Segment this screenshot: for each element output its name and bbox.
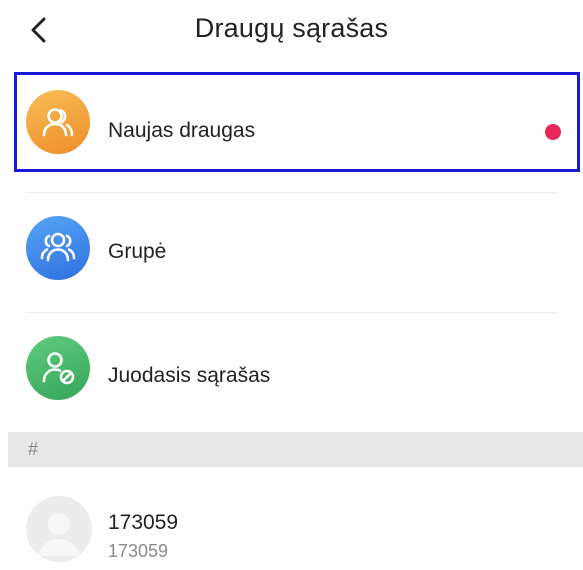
divider: [26, 192, 557, 193]
menu-item-label: Grupė: [108, 240, 167, 263]
section-header-label: #: [28, 439, 39, 459]
menu-item-label: Naujas draugas: [108, 119, 256, 142]
group-icon: [40, 232, 76, 262]
unread-badge: [545, 124, 561, 140]
menu-item-new-friend[interactable]: Naujas draugas: [0, 75, 583, 170]
default-avatar-icon: [26, 496, 92, 562]
users-icon: [42, 108, 74, 137]
avatar: [26, 496, 92, 562]
group-avatar: [26, 216, 90, 280]
contact-list-item[interactable]: [0, 478, 583, 570]
menu-item-group[interactable]: Grupė: [0, 200, 583, 305]
new-friend-avatar: [26, 90, 90, 154]
blacklist-avatar: [26, 336, 90, 400]
page-title: Draugų sąrašas: [194, 13, 389, 43]
contact-name: 173059: [108, 511, 179, 534]
section-header: #: [8, 432, 583, 467]
header-bar: Draugų sąrašas: [0, 0, 583, 68]
menu-item-label: Juodasis sąrašas: [108, 364, 271, 387]
contact-id: 173059: [108, 541, 169, 561]
menu-item-blacklist[interactable]: Juodasis sąrašas: [0, 322, 583, 427]
divider: [26, 312, 557, 313]
blocked-user-icon: [42, 352, 75, 385]
